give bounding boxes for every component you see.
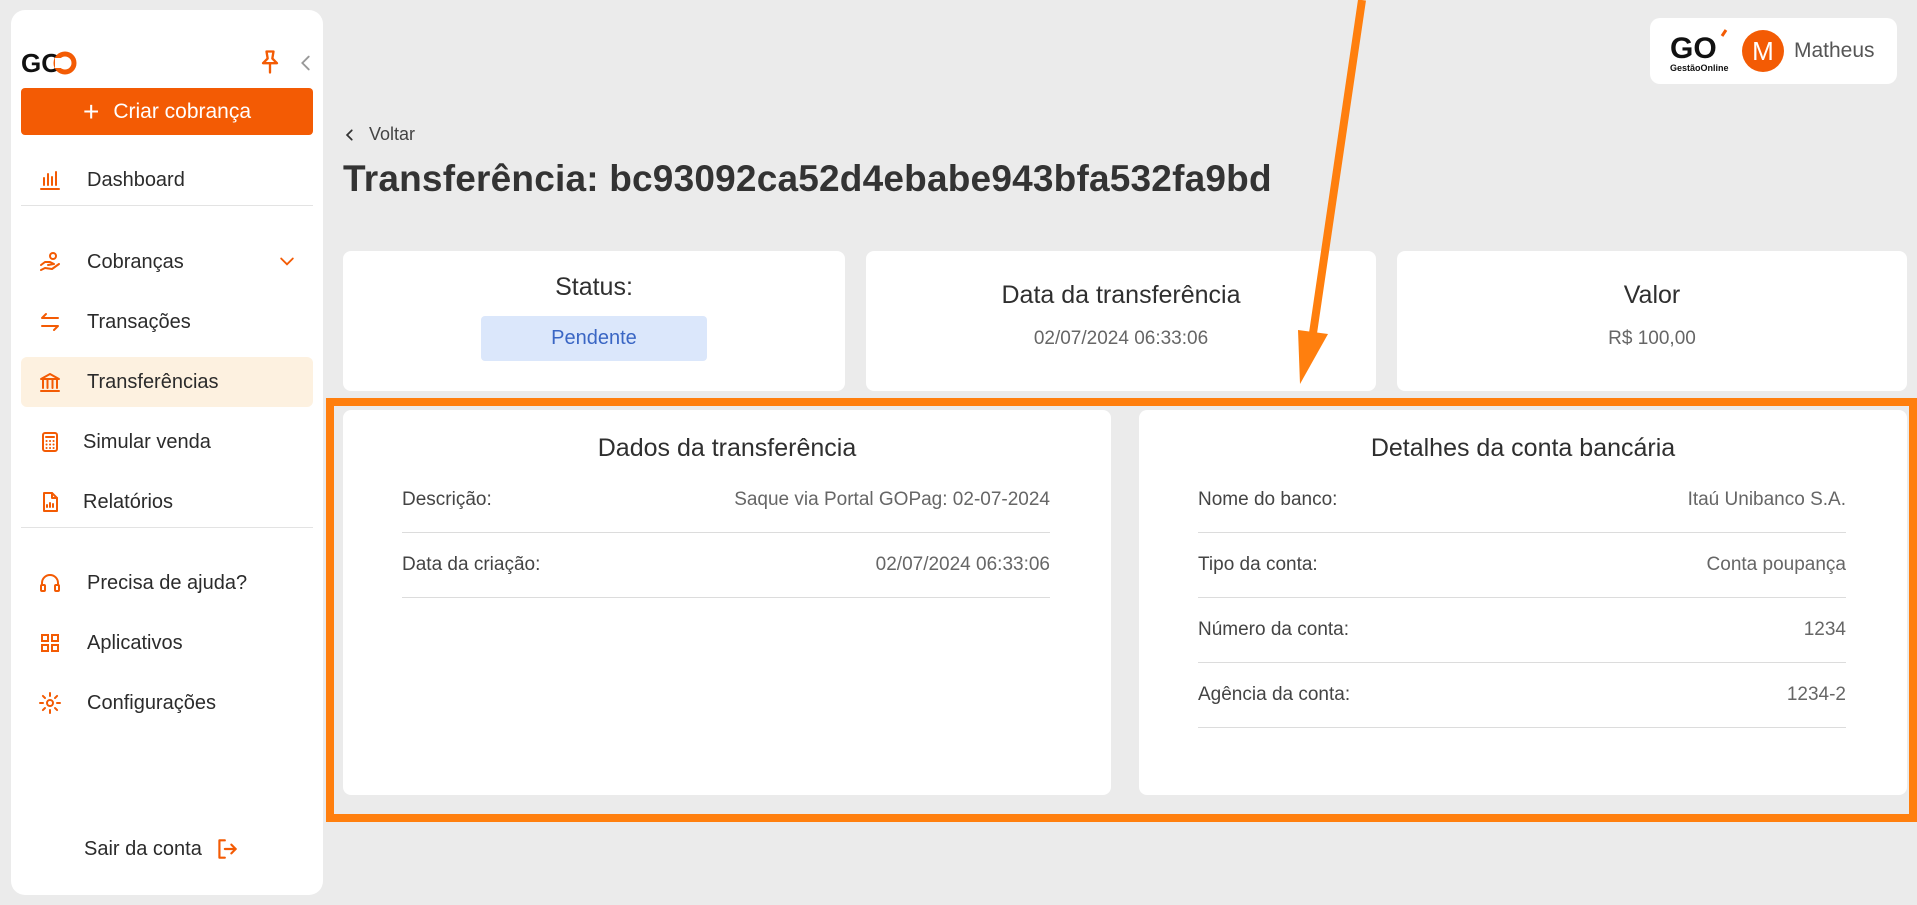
- gestao-online-logo: GO GestãoOnline: [1668, 28, 1734, 74]
- sidebar-item-relatorios[interactable]: Relatórios: [21, 477, 313, 527]
- bank-icon: [37, 369, 63, 395]
- pin-icon[interactable]: [256, 48, 284, 78]
- transfer-date-value: 02/07/2024 06:33:06: [1033, 328, 1209, 349]
- row-key: Agência da conta:: [1198, 684, 1351, 705]
- create-charge-label: Criar cobrança: [113, 99, 252, 123]
- logout-label: Sair da conta: [84, 837, 202, 860]
- table-row: Descrição: Saque via Portal GOPag: 02-07…: [402, 468, 1050, 533]
- user-name: Matheus: [1794, 39, 1875, 62]
- gear-icon: [37, 690, 63, 716]
- status-badge: Pendente: [481, 316, 707, 361]
- status-card: Status: Pendente: [343, 251, 845, 391]
- back-label: Voltar: [369, 124, 416, 144]
- sidebar-item-label: Transferências: [87, 370, 219, 393]
- row-value: Saque via Portal GOPag: 02-07-2024: [734, 489, 1050, 510]
- table-row: Tipo da conta: Conta poupança: [1198, 533, 1846, 598]
- bar-chart-icon: [37, 167, 63, 193]
- sidebar-item-label: Relatórios: [83, 490, 174, 513]
- row-key: Descrição:: [402, 489, 492, 510]
- sidebar-item-label: Cobranças: [87, 250, 184, 273]
- table-row: Número da conta: 1234: [1198, 598, 1846, 663]
- report-icon: [37, 489, 63, 515]
- sidebar-item-transacoes[interactable]: Transações: [21, 297, 313, 347]
- sidebar-item-ajuda[interactable]: Precisa de ajuda?: [21, 558, 313, 608]
- sidebar-item-label: Configurações: [87, 691, 216, 714]
- row-key: Tipo da conta:: [1198, 554, 1318, 575]
- sidebar-item-cobrancas[interactable]: Cobranças: [21, 237, 313, 287]
- table-row: Nome do banco: Itaú Unibanco S.A.: [1198, 468, 1846, 533]
- back-link[interactable]: Voltar: [343, 124, 415, 145]
- hand-money-icon: [37, 249, 63, 275]
- row-key: Nome do banco:: [1198, 489, 1338, 510]
- sidebar-item-configuracoes[interactable]: Configurações: [21, 678, 313, 728]
- create-charge-button[interactable]: + Criar cobrança: [21, 88, 313, 135]
- collapse-sidebar-icon[interactable]: [295, 52, 317, 76]
- avatar[interactable]: M: [1742, 30, 1784, 72]
- transfer-date-card: Data da transferência 02/07/2024 06:33:0…: [866, 251, 1376, 391]
- sidebar-item-label: Transações: [87, 310, 191, 333]
- transfer-data-card: Dados da transferência Descrição: Saque …: [343, 410, 1111, 795]
- sidebar-item-transferencias[interactable]: Transferências: [21, 357, 313, 407]
- row-value: Itaú Unibanco S.A.: [1687, 489, 1846, 510]
- page-title: Transferência: bc93092ca52d4ebabe943bfa5…: [343, 158, 1272, 199]
- sidebar-item-aplicativos[interactable]: Aplicativos: [21, 618, 313, 668]
- profile-chip[interactable]: GO GestãoOnline M Matheus: [1650, 18, 1897, 84]
- headset-icon: [37, 570, 63, 596]
- sidebar-item-label: Precisa de ajuda?: [87, 571, 248, 594]
- amount-card: Valor R$ 100,00: [1397, 251, 1907, 391]
- table-row: Agência da conta: 1234-2: [1198, 663, 1846, 728]
- row-value: 1234: [1803, 619, 1846, 640]
- svg-text:GO: GO: [1670, 32, 1717, 65]
- bank-details-title: Detalhes da conta bancária: [1370, 434, 1676, 462]
- swap-arrows-icon: [37, 309, 63, 335]
- transfer-data-title: Dados da transferência: [597, 434, 857, 462]
- bank-details-card: Detalhes da conta bancária Nome do banco…: [1139, 410, 1907, 795]
- sidebar-item-label: Simular venda: [83, 430, 211, 453]
- chevron-left-icon: [345, 128, 353, 141]
- row-value: 02/07/2024 06:33:06: [875, 554, 1050, 575]
- divider: [21, 205, 313, 206]
- amount-value: R$ 100,00: [1608, 328, 1696, 349]
- sidebar: GO + Criar cobrança Dashboard Cobranças …: [11, 10, 323, 895]
- sidebar-item-label: Aplicativos: [87, 631, 183, 654]
- sidebar-item-simular-venda[interactable]: Simular venda: [21, 417, 313, 467]
- brand-logo[interactable]: GO: [21, 48, 77, 78]
- status-label: Status:: [555, 273, 633, 301]
- logout-button[interactable]: Sair da conta: [84, 836, 240, 862]
- amount-label: Valor: [1623, 281, 1681, 309]
- svg-text:GestãoOnline: GestãoOnline: [1670, 63, 1729, 73]
- row-value: 1234-2: [1786, 684, 1846, 705]
- table-row: Data da criação: 02/07/2024 06:33:06: [402, 533, 1050, 598]
- row-key: Data da criação:: [402, 554, 541, 575]
- transfer-date-label: Data da transferência: [1001, 281, 1241, 309]
- logout-icon: [218, 839, 237, 859]
- row-key: Número da conta:: [1198, 619, 1350, 640]
- divider: [21, 527, 313, 528]
- row-value: Conta poupança: [1706, 554, 1846, 575]
- sidebar-item-label: Dashboard: [87, 168, 185, 191]
- calculator-icon: [37, 429, 63, 455]
- plus-icon: +: [82, 95, 100, 127]
- chevron-down-icon[interactable]: [277, 251, 297, 271]
- sidebar-item-dashboard[interactable]: Dashboard: [21, 155, 313, 205]
- apps-grid-icon: [37, 630, 63, 656]
